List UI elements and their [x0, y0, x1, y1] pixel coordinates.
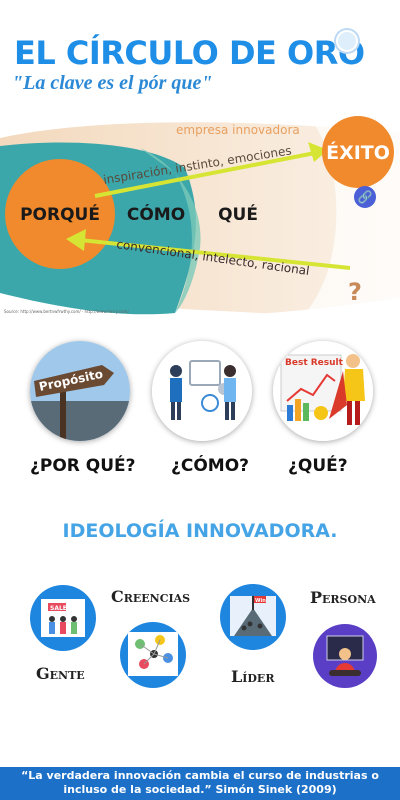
footer-quote: “La verdadera innovación cambia el curso…: [21, 769, 379, 796]
flag-text: Win: [255, 598, 266, 604]
team-collaboration-icon: [152, 341, 252, 441]
middle-label: CÓMO: [127, 203, 185, 225]
page-subtitle: "La clave es el pór que": [12, 72, 213, 94]
sale-text: SALE: [50, 605, 67, 612]
meditating-person-icon: [313, 624, 377, 688]
sale-crowd-icon: SALE: [30, 585, 96, 651]
creencias-label: Creencias: [111, 587, 191, 606]
core-label: PORQUÉ: [20, 203, 100, 225]
persona-label: Persona: [310, 588, 376, 607]
golden-circle-diagram: ÉXITO empresa innovadora inspiración, in…: [0, 108, 400, 326]
lider-label: Líder: [231, 667, 275, 686]
page-title: EL CÍRCULO DE ORO: [14, 34, 365, 72]
best-result-chart-icon: Best Result: [273, 341, 373, 441]
question-mark: ?: [348, 278, 362, 306]
network-people-icon: [120, 622, 186, 688]
gente-label: Gente: [36, 664, 85, 683]
leader-mountain-icon: Win: [220, 584, 286, 650]
success-label: ÉXITO: [326, 141, 390, 164]
link-icon[interactable]: 🔗: [354, 186, 376, 208]
how-label: ¿CÓMO?: [171, 456, 250, 476]
top-label: empresa innovadora: [176, 123, 300, 137]
what-label: ¿QUÉ?: [288, 456, 348, 476]
purpose-sign-icon: Propósito: [30, 341, 130, 441]
ideology-heading: IDEOLOGÍA INNOVADORA.: [62, 520, 338, 542]
chart-text: Best Result: [285, 358, 344, 368]
source-text: Source: http://www.bertnwfrwthy.com/ · h…: [4, 309, 129, 314]
footer-quote-bar: “La verdadera innovación cambia el curso…: [0, 767, 400, 800]
decorative-dot: [336, 30, 358, 52]
why-label: ¿POR QUÉ?: [30, 456, 136, 476]
outer-label: QUÉ: [218, 203, 258, 225]
